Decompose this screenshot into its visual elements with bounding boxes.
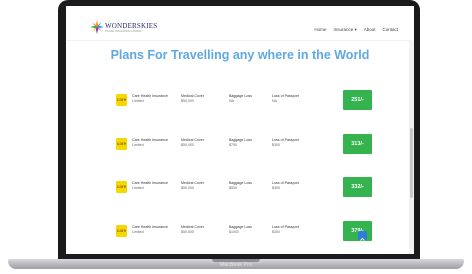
medical-cover-value: $50,000 [181,143,194,148]
passport-loss-value: $300 [272,230,280,235]
browser-screen: WONDERSKIES TRAVEL INSURANCE COMPANY Hom… [66,6,414,254]
passport-loss-value: $300 [272,143,280,148]
nav-home[interactable]: Home [314,27,326,33]
provider-info: Care Health Insurance Limited [132,138,168,148]
plan-row: care Care Health Insurance Limited Medic… [112,90,386,126]
provider-info: Care Health Insurance Limited [132,94,168,104]
nav-insurance-dropdown[interactable]: Insurance ▾ [333,27,356,33]
passport-loss: Loss of Passport $300 [272,225,299,235]
provider-sub: Limited [132,186,144,191]
medical-cover-label: Medical Cover [181,138,204,142]
passport-loss-label: Loss of Passport [272,94,299,98]
medical-cover-label: Medical Cover [181,181,204,185]
medical-cover: Medical Cover $50,000 [181,94,204,104]
baggage-loss-value: $750 [229,143,237,148]
baggage-loss: Baggage Loss $750 [229,138,252,148]
provider-name: Care Health Insurance [132,138,168,142]
medical-cover-value: $50,000 [181,186,194,191]
brand-name: WONDERSKIES [105,22,158,30]
device-model-label: MacBook Pro [219,262,253,268]
passport-loss-value: NA [272,99,277,104]
provider-info: Care Health Insurance Limited [132,225,168,235]
baggage-loss-label: Baggage Loss [229,225,252,229]
care-logo-icon: care [116,94,127,106]
price-button[interactable]: 251/- [343,90,372,110]
scrollbar[interactable] [409,40,414,254]
scroll-thumb[interactable] [410,128,413,198]
provider-name: Care Health Insurance [132,94,168,98]
medical-cover-label: Medical Cover [181,225,204,229]
passport-loss: Loss of Passport $300 [272,181,299,191]
medical-cover: Medical Cover $50,000 [181,138,204,148]
wonderskies-logo-icon [90,20,104,34]
baggage-loss-value: $500 [229,186,237,191]
passport-loss: Loss of Passport $300 [272,138,299,148]
provider-sub: Limited [132,230,144,235]
baggage-loss-label: Baggage Loss [229,94,252,98]
brand-tagline: TRAVEL INSURANCE COMPANY [105,30,144,33]
medical-cover: Medical Cover $50,000 [181,181,204,191]
care-logo-icon: care [116,138,127,150]
passport-loss-label: Loss of Passport [272,225,299,229]
medical-cover-value: $50,000 [181,99,194,104]
baggage-loss: Baggage Loss $1000 [229,225,252,235]
back-to-top-button[interactable] [358,231,367,241]
care-logo-icon: care [116,181,127,193]
price-button[interactable]: 313/- [343,134,372,154]
baggage-loss-value: $1000 [229,230,239,235]
provider-name: Care Health Insurance [132,181,168,185]
passport-loss-label: Loss of Passport [272,181,299,185]
medical-cover-value: $50,000 [181,230,194,235]
plan-row: care Care Health Insurance Limited Medic… [112,221,386,254]
care-logo-icon: care [116,225,127,237]
baggage-loss-label: Baggage Loss [229,181,252,185]
provider-info: Care Health Insurance Limited [132,181,168,191]
plan-row: care Care Health Insurance Limited Medic… [112,177,386,213]
plan-row: care Care Health Insurance Limited Medic… [112,134,386,170]
passport-loss: Loss of Passport NA [272,94,299,104]
page-title: Plans For Travelling any where in the Wo… [110,48,370,62]
medical-cover-label: Medical Cover [181,94,204,98]
arrow-up-icon [360,237,365,241]
baggage-loss-label: Baggage Loss [229,138,252,142]
medical-cover: Medical Cover $50,000 [181,225,204,235]
provider-sub: Limited [132,99,144,104]
baggage-loss: Baggage Loss $500 [229,181,252,191]
baggage-loss: Baggage Loss NA [229,94,252,104]
passport-loss-value: $300 [272,186,280,191]
price-button[interactable]: 332/- [343,177,372,197]
navbar: WONDERSKIES TRAVEL INSURANCE COMPANY Hom… [66,6,414,41]
provider-sub: Limited [132,143,144,148]
provider-name: Care Health Insurance [132,225,168,229]
nav-menu: Home Insurance ▾ About Contact [314,27,398,33]
nav-about[interactable]: About [364,27,376,33]
nav-contact[interactable]: Contact [382,27,398,33]
passport-loss-label: Loss of Passport [272,138,299,142]
baggage-loss-value: NA [229,99,234,104]
brand-logo[interactable]: WONDERSKIES TRAVEL INSURANCE COMPANY [90,20,157,36]
